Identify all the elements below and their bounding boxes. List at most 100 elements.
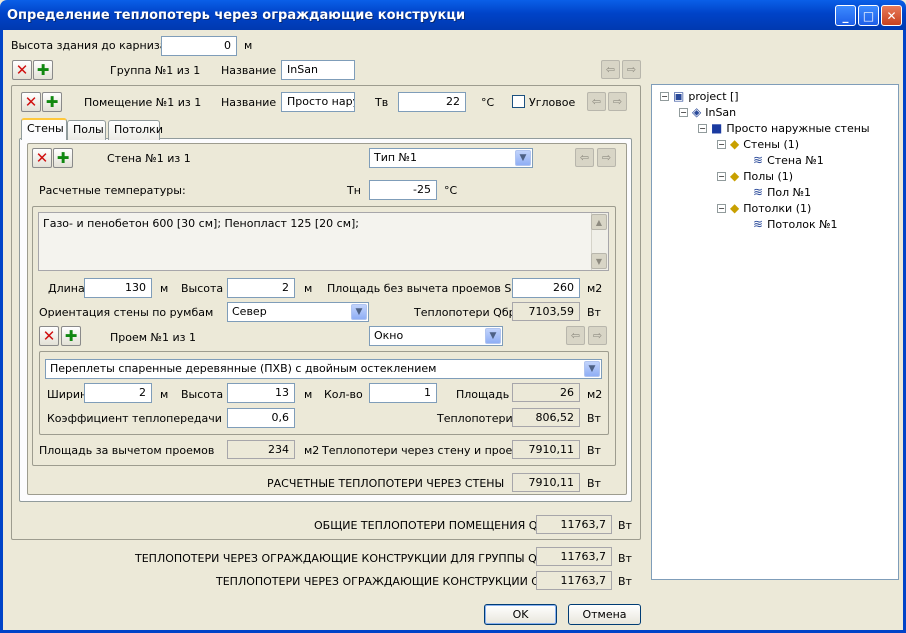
close-button[interactable]: ✕ (881, 5, 902, 26)
tree-node-floors[interactable]: − ◆ Полы (1) (717, 168, 793, 184)
opening-area-unit: м2 (587, 388, 603, 401)
frame-type-select[interactable]: Переплеты спаренные деревянные (ПХВ) с д… (45, 359, 602, 379)
room-index-label: Помещение №1 из 1 (84, 96, 202, 109)
all-total-unit: Вт (618, 575, 632, 588)
opening-next-icon[interactable]: ⇨ (588, 326, 607, 345)
room-name-input[interactable]: Просто нару (281, 92, 355, 112)
walls-total-label: РАСЧЕТНЫЕ ТЕПЛОПОТЕРИ ЧЕРЕЗ СТЕНЫ (267, 477, 505, 490)
tab-walls[interactable]: Стены (21, 118, 67, 140)
tree-node-room[interactable]: − ■ Просто наружные стены (698, 120, 870, 136)
scroll-down-icon[interactable]: ▼ (591, 253, 607, 269)
tree-node-group[interactable]: − ◈ InSan (679, 104, 736, 120)
net-loss-unit: Вт (587, 444, 601, 457)
tn-input[interactable]: -25 (369, 180, 437, 200)
room-name-label: Название (221, 96, 277, 109)
opening-height-input[interactable]: 13 (227, 383, 295, 403)
net-area-unit: м2 (304, 444, 320, 457)
collapse-icon[interactable]: − (717, 171, 726, 181)
folder-icon: ◆ (730, 169, 740, 183)
group-next-icon[interactable]: ⇨ (622, 60, 641, 79)
tree-node-ceilings[interactable]: − ◆ Потолки (1) (717, 200, 811, 216)
coef-input[interactable]: 0,6 (227, 408, 295, 428)
collapse-icon[interactable]: − (698, 123, 707, 133)
opening-count-label: Кол-во (324, 388, 363, 401)
length-label: Длина (48, 282, 85, 295)
gross-loss-label: Теплопотери Qбр (414, 306, 516, 319)
add-room-icon[interactable]: ✚ (42, 92, 62, 112)
chevron-down-icon[interactable]: ▼ (351, 304, 367, 320)
all-total-value: 11763,7 (536, 571, 612, 590)
add-group-icon[interactable]: ✚ (33, 60, 53, 80)
opening-type-value: Окно (374, 329, 404, 342)
opening-type-select[interactable]: Окно ▼ (369, 326, 503, 346)
tree-label: Просто наружные стены (726, 121, 870, 135)
minimize-button[interactable]: _ (835, 5, 856, 26)
cancel-button[interactable]: Отмена (568, 604, 641, 625)
opening-index-label: Проем №1 из 1 (110, 331, 196, 344)
opening-loss-value: 806,52 (512, 408, 580, 427)
opening-width-input[interactable]: 2 (84, 383, 152, 403)
opening-count-input[interactable]: 1 (369, 383, 437, 403)
frame-type-value: Переплеты спаренные деревянные (ПХВ) с д… (50, 362, 437, 375)
room-cube-icon: ■ (711, 121, 723, 135)
construction-description[interactable]: Газо- и пенобетон 600 [30 см]; Пенопласт… (38, 212, 609, 271)
wall-next-icon[interactable]: ⇨ (597, 148, 616, 167)
tree-label: Стена №1 (767, 153, 824, 167)
walls-total-unit: Вт (587, 477, 601, 490)
tab-floors[interactable]: Полы (67, 120, 106, 140)
tree-label: Пол №1 (767, 185, 812, 199)
wall-height-label: Высота (181, 282, 224, 295)
room-tv-input[interactable]: 22 (398, 92, 466, 112)
room-tv-unit: °C (481, 96, 495, 109)
net-loss-value: 7910,11 (512, 440, 580, 459)
group-total-value: 11763,7 (536, 547, 612, 566)
delete-wall-icon[interactable]: ✕ (32, 148, 52, 168)
building-height-label: Высота здания до карниза (11, 39, 167, 52)
tree-node-project[interactable]: − ▣ project [] (660, 88, 739, 104)
delete-opening-icon[interactable]: ✕ (39, 326, 59, 346)
collapse-icon[interactable]: − (717, 139, 726, 149)
wall-height-input[interactable]: 2 (227, 278, 295, 298)
chevron-down-icon[interactable]: ▼ (584, 361, 600, 377)
tree-node-ceiling[interactable]: ≋ Потолок №1 (753, 216, 838, 232)
add-opening-icon[interactable]: ✚ (61, 326, 81, 346)
tree-label: Полы (1) (743, 169, 794, 183)
opening-height-label: Высота (181, 388, 224, 401)
layers-icon: ≋ (753, 217, 764, 231)
chevron-down-icon[interactable]: ▼ (485, 328, 501, 344)
layers-icon: ≋ (753, 153, 764, 167)
gross-area-input[interactable]: 260 (512, 278, 580, 298)
net-area-value: 234 (227, 440, 295, 459)
length-input[interactable]: 130 (84, 278, 152, 298)
add-wall-icon[interactable]: ✚ (53, 148, 73, 168)
wall-prev-icon[interactable]: ⇦ (575, 148, 594, 167)
net-loss-label: Теплопотери через стену и проемы (322, 444, 530, 457)
wall-type-select[interactable]: Тип №1 ▼ (369, 148, 533, 168)
chevron-down-icon[interactable]: ▼ (515, 150, 531, 166)
window-title: Определение теплопотерь через ограждающи… (7, 8, 466, 23)
room-prev-icon[interactable]: ⇦ (587, 92, 606, 111)
group-prev-icon[interactable]: ⇦ (601, 60, 620, 79)
delete-room-icon[interactable]: ✕ (21, 92, 41, 112)
tree-node-walls[interactable]: − ◆ Стены (1) (717, 136, 799, 152)
collapse-icon[interactable]: − (660, 91, 669, 101)
tab-ceilings[interactable]: Потолки (108, 120, 163, 140)
wall-height-unit: м (304, 282, 313, 295)
maximize-button[interactable]: □ (858, 5, 879, 26)
building-height-input[interactable]: 0 (161, 36, 237, 56)
collapse-icon[interactable]: − (679, 107, 688, 117)
tree-label: InSan (705, 105, 737, 119)
ok-button[interactable]: OK (484, 604, 557, 625)
gross-loss-value: 7103,59 (512, 302, 580, 321)
scroll-up-icon[interactable]: ▲ (591, 214, 607, 230)
folder-icon: ◆ (730, 137, 740, 151)
tree-node-wall[interactable]: ≋ Стена №1 (753, 152, 824, 168)
tree-node-floor[interactable]: ≋ Пол №1 (753, 184, 811, 200)
opening-prev-icon[interactable]: ⇦ (566, 326, 585, 345)
group-name-input[interactable]: InSan (281, 60, 355, 80)
corner-checkbox[interactable] (512, 95, 525, 108)
orientation-select[interactable]: Север ▼ (227, 302, 369, 322)
delete-group-icon[interactable]: ✕ (12, 60, 32, 80)
collapse-icon[interactable]: − (717, 203, 726, 213)
room-next-icon[interactable]: ⇨ (608, 92, 627, 111)
